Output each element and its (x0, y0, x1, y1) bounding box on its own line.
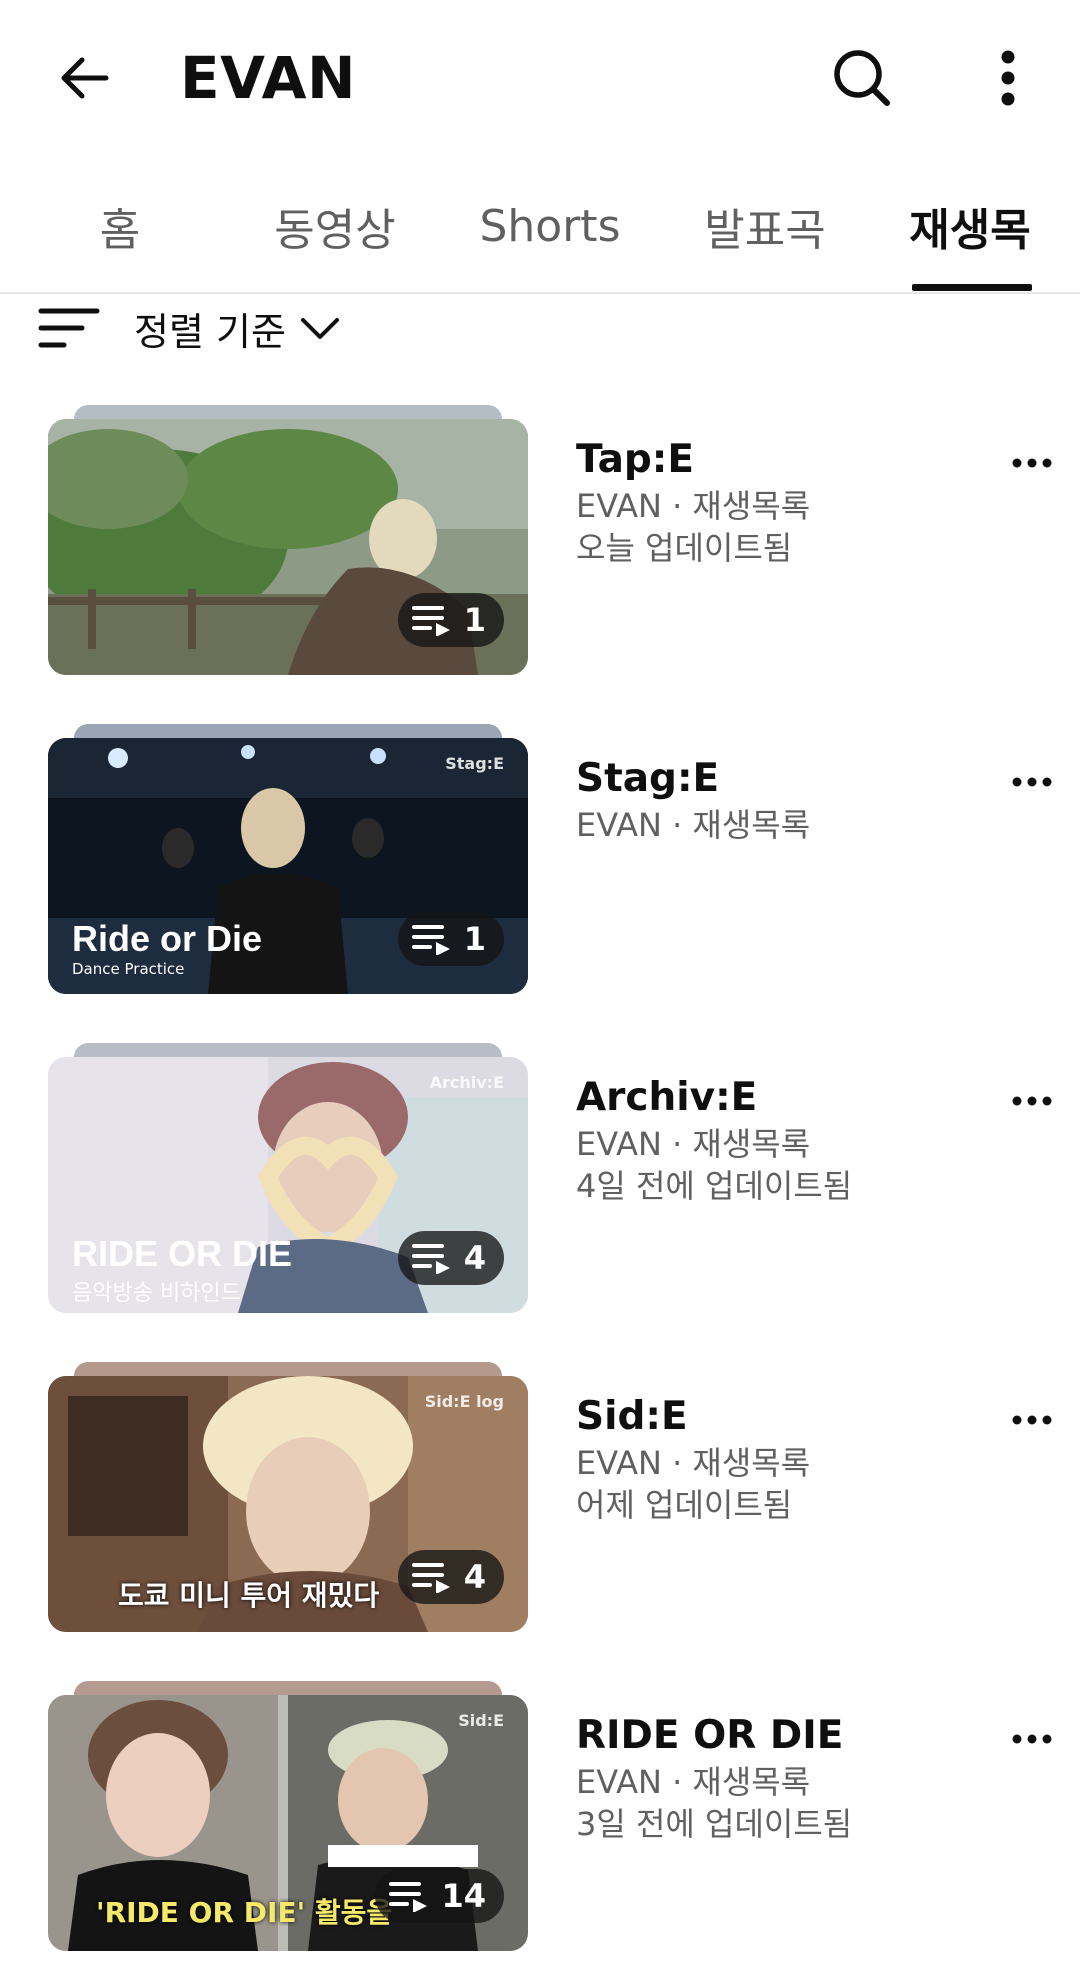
thumbnail-corner-label: Archiv:E (429, 1073, 504, 1092)
playlist-icon (411, 1244, 450, 1274)
thumbnail-title-text: RIDE OR DIE (72, 1233, 293, 1274)
more-horizontal-icon (1012, 1734, 1052, 1744)
playlist-item[interactable]: Archiv:E RIDE OR DIE 음악방송 비하인드 4 Archiv:… (0, 1043, 1080, 1323)
chevron-down-icon (300, 318, 339, 339)
playlist-channel: EVAN · 재생목록 (576, 1444, 811, 1482)
more-options-button[interactable] (968, 38, 1048, 118)
sort-button[interactable]: 정렬 기준 (38, 296, 342, 360)
playlist-title[interactable]: Sid:E (576, 1392, 996, 1442)
video-count: 4 (463, 1239, 486, 1277)
playlist-thumbnail[interactable]: Sid:E log 도쿄 미니 투어 재밌다 4 (48, 1376, 528, 1632)
thumbnail-title-text: Ride or Die (72, 918, 263, 959)
tab-home[interactable]: 홈 (60, 160, 180, 292)
more-horizontal-icon (1012, 1415, 1052, 1425)
playlist-thumbnail[interactable]: Stag:E Ride or Die Dance Practice 1 (48, 738, 528, 994)
more-horizontal-icon (1012, 458, 1052, 468)
more-horizontal-icon (1012, 1096, 1052, 1106)
playlist-icon (411, 606, 450, 636)
playlist-icon (389, 1882, 428, 1912)
playlist-updated: 3일 전에 업데이트됨 (576, 1805, 853, 1843)
video-count: 4 (463, 1558, 486, 1596)
video-count-badge: 1 (397, 593, 504, 647)
thumbnail-subtitle-text: Dance Practice (72, 960, 185, 978)
top-app-bar: EVAN (0, 0, 1080, 155)
playlist-title[interactable]: RIDE OR DIE (576, 1711, 996, 1761)
tab-releases[interactable]: 발표곡 (690, 160, 840, 292)
video-count-badge: 4 (397, 1231, 504, 1285)
playlist-thumbnail[interactable]: 1 (48, 419, 528, 675)
playlist-channel: EVAN · 재생목록 (576, 806, 811, 844)
thumbnail-caption-text: 'RIDE OR DIE' 활동을 (96, 1896, 393, 1929)
playlist-title[interactable]: Archiv:E (576, 1073, 996, 1123)
playlist-thumbnail[interactable]: Sid:E 'RIDE OR DIE' 활동을 14 (48, 1695, 528, 1951)
playlist-more-button[interactable] (1000, 1707, 1064, 1771)
playlist-channel: EVAN · 재생목록 (576, 1763, 811, 1801)
video-count-badge: 4 (397, 1550, 504, 1604)
playlist-updated: 4일 전에 업데이트됨 (576, 1167, 853, 1205)
playlist-title[interactable]: Stag:E (576, 754, 996, 804)
thumbnail-caption-text: 도쿄 미니 투어 재밌다 (118, 1579, 380, 1612)
playlist-item[interactable]: Sid:E 'RIDE OR DIE' 활동을 14 RIDE OR DIE E… (0, 1681, 1080, 1961)
back-button[interactable] (44, 38, 124, 118)
tab-shorts[interactable]: Shorts (460, 160, 640, 292)
channel-title: EVAN (180, 44, 356, 112)
thumbnail-subtitle-text: 음악방송 비하인드 (72, 1281, 241, 1306)
playlist-thumbnail[interactable]: Archiv:E RIDE OR DIE 음악방송 비하인드 4 (48, 1057, 528, 1313)
playlist-updated: 오늘 업데이트됨 (576, 529, 793, 567)
playlist-title[interactable]: Tap:E (576, 435, 996, 485)
video-count: 14 (441, 1877, 486, 1915)
video-count: 1 (463, 920, 486, 958)
playlist-item[interactable]: Stag:E Ride or Die Dance Practice 1 Stag… (0, 724, 1080, 1004)
sort-icon (38, 308, 100, 348)
video-count-badge: 14 (375, 1869, 504, 1923)
video-count-badge: 1 (397, 912, 504, 966)
arrow-left-icon (61, 57, 109, 99)
playlist-more-button[interactable] (1000, 1069, 1064, 1133)
search-button[interactable] (822, 38, 902, 118)
tab-videos[interactable]: 동영상 (250, 160, 420, 292)
more-horizontal-icon (1012, 777, 1052, 787)
playlist-item[interactable]: 1 Tap:E EVAN · 재생목록 오늘 업데이트됨 (0, 405, 1080, 685)
playlist-icon (411, 925, 450, 955)
playlist-more-button[interactable] (1000, 1388, 1064, 1452)
thumbnail-corner-label: Sid:E (458, 1711, 504, 1730)
playlist-item[interactable]: Sid:E log 도쿄 미니 투어 재밌다 4 Sid:E EVAN · 재생… (0, 1362, 1080, 1642)
active-tab-indicator (912, 284, 1032, 291)
playlist-more-button[interactable] (1000, 431, 1064, 495)
sort-label: 정렬 기준 (134, 309, 286, 354)
tab-playlists[interactable]: 재생목 (895, 160, 1045, 292)
thumbnail-corner-label: Stag:E (445, 754, 504, 773)
playlist-updated: 어제 업데이트됨 (576, 1486, 793, 1524)
playlist-channel: EVAN · 재생목록 (576, 487, 811, 525)
playlist-more-button[interactable] (1000, 750, 1064, 814)
thumbnail-corner-label: Sid:E log (424, 1392, 504, 1411)
search-icon (834, 50, 890, 106)
playlist-channel: EVAN · 재생목록 (576, 1125, 811, 1163)
video-count: 1 (463, 601, 486, 639)
more-vertical-icon (1001, 50, 1015, 106)
channel-tabs: 홈 동영상 Shorts 발표곡 재생목 (0, 160, 1080, 294)
playlist-icon (411, 1563, 450, 1593)
